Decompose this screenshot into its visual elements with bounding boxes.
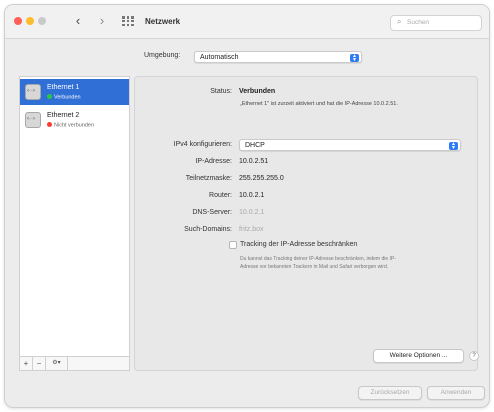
limit-ip-tracking-label: Tracking der IP-Adresse beschränken [240, 241, 358, 248]
ipv4-config-value: DHCP [245, 142, 265, 149]
help-button[interactable]: ? [469, 351, 479, 361]
close-window-button[interactable] [14, 17, 22, 25]
search-placeholder: Suchen [407, 19, 430, 26]
router-value: 10.0.2.1 [239, 192, 265, 199]
service-list: Ethernet 1 Verbunden Ethernet 2 Nicht ve… [19, 76, 130, 357]
ip-address-value: 10.0.2.51 [239, 158, 269, 165]
status-label: Status: [210, 88, 232, 95]
dns-server-label: DNS-Server: [192, 209, 232, 216]
show-all-grid-icon[interactable] [122, 16, 134, 26]
zoom-window-button[interactable] [38, 17, 46, 25]
ipv4-config-label: IPv4 konfigurieren: [173, 141, 232, 148]
minimize-window-button[interactable] [26, 17, 34, 25]
service-list-toolbar: + − ⚙▾ [19, 357, 130, 371]
limit-ip-tracking-checkbox[interactable] [229, 241, 237, 249]
more-options-button[interactable]: Weitere Optionen ... [373, 349, 464, 363]
popup-arrows-icon: ▲ ▼ [350, 53, 359, 62]
search-field[interactable]: ⌕ Suchen [390, 15, 482, 31]
status-value: Verbunden [239, 88, 276, 95]
forward-button[interactable]: › [95, 14, 109, 28]
router-label: Router: [209, 192, 232, 199]
window-title: Netzwerk [145, 17, 181, 26]
status-dot-icon [47, 94, 52, 99]
service-status: Nicht verbunden [47, 122, 94, 129]
dns-server-value: 10.0.2.1 [239, 209, 265, 216]
service-actions-button[interactable]: ⚙▾ [46, 357, 68, 370]
search-icon: ⌕ [397, 17, 402, 26]
back-button[interactable]: ‹ [71, 14, 85, 28]
status-description: „Ethernet 1" ist zurzeit aktiviert und h… [240, 101, 398, 107]
location-label: Umgebung: [144, 52, 181, 59]
limit-ip-tracking-help-text: Du kannst das Tracking deiner IP-Adresse… [240, 256, 462, 271]
ethernet-icon [25, 112, 41, 128]
service-item-ethernet-2[interactable]: Ethernet 2 Nicht verbunden [20, 107, 129, 133]
status-dot-icon [47, 122, 52, 127]
search-domains-label: Such-Domains: [184, 226, 232, 233]
service-name: Ethernet 2 [47, 112, 80, 119]
remove-service-button[interactable]: − [33, 357, 46, 370]
ip-address-label: IP-Adresse: [195, 158, 232, 165]
help-text-line: Adresse vor bekannten Trackern in Mail u… [240, 263, 389, 270]
service-name: Ethernet 1 [47, 84, 80, 91]
revert-button[interactable]: Zurücksetzen [358, 386, 422, 400]
location-value: Automatisch [200, 54, 239, 61]
popup-arrows-icon: ▲ ▼ [449, 141, 458, 150]
search-domains-value: fritz.box [239, 226, 264, 233]
apply-button[interactable]: Anwenden [427, 386, 485, 400]
ethernet-icon [25, 84, 41, 100]
titlebar: ‹ › Netzwerk ⌕ Suchen [5, 5, 489, 39]
location-popup[interactable]: Automatisch ▲ ▼ [194, 51, 362, 63]
help-text-line: Du kannst das Tracking deiner IP-Adresse… [240, 256, 396, 262]
subnet-mask-label: Teilnetzmaske: [185, 175, 232, 182]
detail-panel [134, 76, 478, 371]
add-service-button[interactable]: + [20, 357, 33, 370]
ipv4-config-popup[interactable]: DHCP ▲ ▼ [239, 139, 461, 151]
service-status: Verbunden [47, 94, 81, 101]
subnet-mask-value: 255.255.255.0 [239, 175, 284, 182]
